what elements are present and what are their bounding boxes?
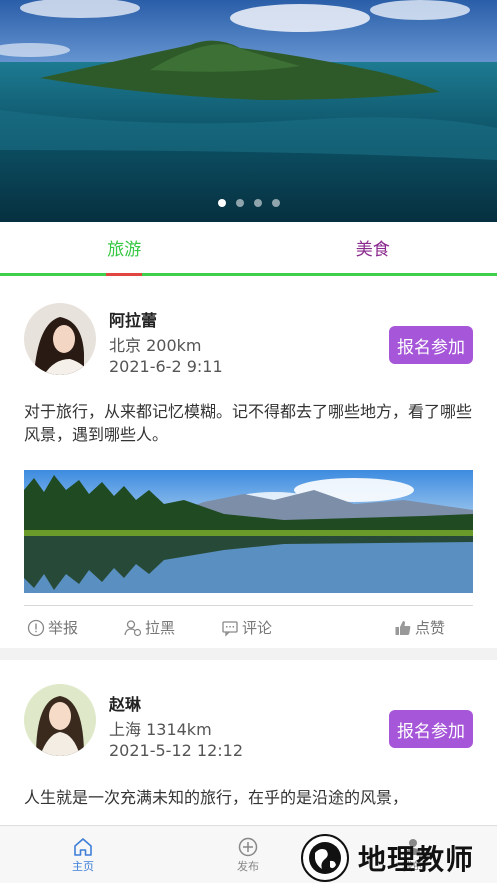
comment-button[interactable]: 评论 [221,617,272,638]
avatar[interactable] [24,303,96,375]
comment-label: 评论 [242,619,273,637]
globe-logo-icon [301,834,349,882]
post-text: 人生就是一次充满未知的旅行，在乎的是沿途的风景， [24,788,409,807]
carousel-dot[interactable] [253,199,262,207]
user-block-icon [124,619,142,636]
post-photo[interactable] [24,470,473,593]
app-screen: 旅游 美食 阿拉蕾 北京 200km 2021-6-2 9:11 报名参加 对于… [0,0,497,883]
like-button[interactable]: 点赞 [394,617,445,638]
post-time: 2021-5-12 12:12 [109,741,243,760]
join-button[interactable]: 报名参加 [389,326,473,364]
post-text: 对于旅行，从来都记忆模糊。记不得都去了哪些地方，看了哪些风景，遇到哪些人。 [24,402,473,444]
report-label: 举报 [48,619,79,637]
block-label: 拉黑 [145,619,176,637]
nav-publish[interactable]: 发布 [218,836,278,874]
post-time: 2021-6-2 9:11 [109,357,223,376]
nav-home-label: 主页 [72,860,94,873]
section-gap [0,648,497,660]
nav-home[interactable]: 主页 [53,836,113,874]
user-location: 北京 200km [109,336,202,355]
watermark-text: 地理教师 [358,843,475,876]
tab-travel[interactable]: 旅游 [0,222,249,276]
carousel-dot[interactable] [217,199,226,207]
report-button[interactable]: 举报 [27,617,78,638]
thumbs-up-icon [395,620,411,635]
plus-circle-icon [238,837,258,857]
tab-food-label: 美食 [355,240,390,260]
warning-icon [27,619,45,636]
post-card: 阿拉蕾 北京 200km 2021-6-2 9:11 报名参加 对于旅行，从来都… [0,276,497,648]
post-card: 赵琳 上海 1314km 2021-5-12 12:12 报名参加 人生就是一次… [0,660,497,825]
category-tabs: 旅游 美食 [0,222,497,276]
carousel-dots [0,199,497,207]
block-button[interactable]: 拉黑 [124,617,175,638]
tab-food[interactable]: 美食 [249,222,497,273]
banner-carousel[interactable] [0,0,497,222]
home-icon [74,838,92,856]
avatar[interactable] [24,684,96,756]
comment-icon [222,620,238,637]
user-name: 赵琳 [109,695,142,714]
carousel-dot[interactable] [235,199,244,207]
like-label: 点赞 [415,619,446,637]
tab-travel-label: 旅游 [107,240,142,260]
divider [24,605,473,606]
carousel-dot[interactable] [271,199,280,207]
user-name: 阿拉蕾 [109,311,158,330]
join-button[interactable]: 报名参加 [389,710,473,748]
post-actions: 举报 拉黑 评论 点赞 [0,617,497,647]
banner-image [0,0,497,222]
nav-publish-label: 发布 [237,860,259,873]
user-location: 上海 1314km [109,720,212,739]
watermark: 地理教师 [300,833,497,883]
